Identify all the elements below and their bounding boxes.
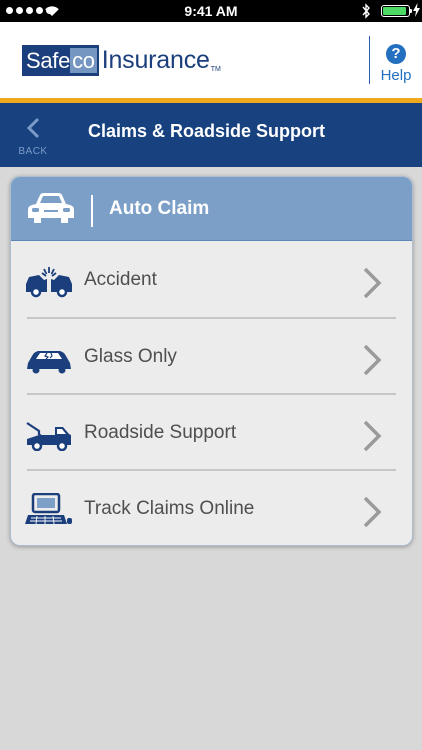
list-item-label: Roadside Support — [84, 422, 237, 443]
logo-box: Safeco — [22, 45, 99, 76]
help-label: Help — [380, 67, 412, 84]
list-item-roadside-support[interactable]: Roadside Support — [11, 395, 412, 471]
battery-icon — [381, 5, 410, 17]
app-header: Safeco Insurance TM ? Help — [0, 22, 422, 98]
logo-trademark: TM — [210, 66, 221, 73]
safeco-logo: Safeco Insurance TM — [22, 45, 221, 76]
computer-icon — [25, 493, 72, 525]
card-header: Auto Claim — [11, 177, 412, 241]
card-header-separator — [91, 195, 93, 227]
tow-truck-icon — [26, 422, 71, 451]
chevron-right-icon — [363, 344, 382, 376]
chevron-left-icon — [26, 117, 40, 139]
car-crash-icon — [26, 267, 72, 298]
back-label: BACK — [18, 146, 48, 157]
auto-claim-card: Auto Claim Accident Glass Only Roadside … — [10, 176, 413, 546]
list-item-accident[interactable]: Accident — [11, 242, 412, 318]
list-item-label: Glass Only — [84, 346, 177, 367]
car-front-icon — [28, 193, 74, 223]
chevron-right-icon — [363, 420, 382, 452]
charging-bolt-icon — [413, 3, 420, 17]
page-title: Claims & Roadside Support — [88, 121, 326, 141]
header-divider — [369, 36, 370, 84]
chevron-right-icon — [363, 267, 382, 299]
status-bar: 9:41 AM — [0, 0, 422, 22]
list-item-label: Track Claims Online — [84, 498, 255, 519]
back-button[interactable]: BACK — [12, 117, 54, 157]
bluetooth-icon — [362, 3, 370, 19]
logo-text-co: co — [70, 48, 97, 73]
logo-text-insurance: Insurance — [101, 46, 210, 74]
help-icon: ? — [386, 44, 406, 64]
list-item-glass-only[interactable]: Glass Only — [11, 319, 412, 395]
cracked-windshield-icon — [27, 351, 71, 374]
list-item-label: Accident — [84, 269, 157, 290]
list-item-track-claims-online[interactable]: Track Claims Online — [11, 471, 412, 545]
logo-text-safe: Safe — [26, 48, 71, 73]
battery-cap — [410, 9, 412, 13]
nav-bar: BACK Claims & Roadside Support — [0, 103, 422, 167]
chevron-right-icon — [363, 496, 382, 528]
card-title: Auto Claim — [109, 198, 210, 219]
status-time: 9:41 AM — [184, 3, 238, 19]
help-button[interactable]: ? Help — [374, 44, 418, 84]
